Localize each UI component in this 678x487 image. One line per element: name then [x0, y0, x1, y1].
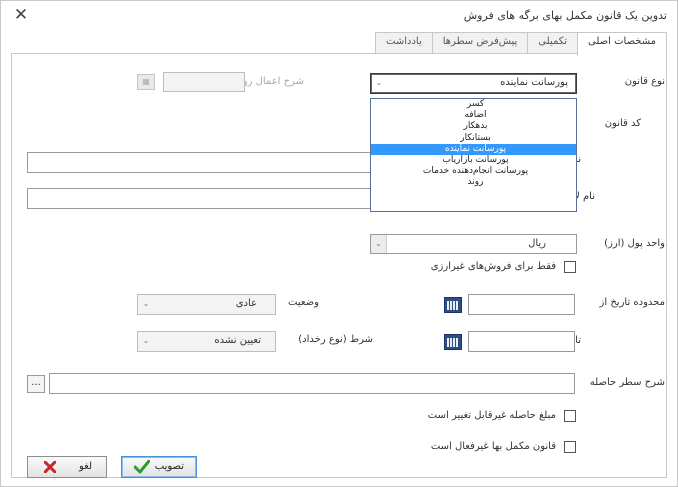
condition-label: شرط (نوع رخداد): [298, 334, 373, 345]
date-to-input[interactable]: [468, 331, 575, 352]
result-row-desc-input[interactable]: [49, 373, 575, 394]
currency-select[interactable]: ریال ⌄: [370, 234, 577, 254]
cancel-button[interactable]: لغو: [27, 456, 107, 478]
currency-label: واحد پول (ارز): [604, 238, 665, 249]
rule-code-label: کد قانون: [604, 118, 641, 129]
rule-type-dropdown: کسر اضافه بدهکار بستانکار پورسانت نمایند…: [370, 98, 577, 212]
rule-dialog: تدوین یک قانون مکمل بهای برگه های فروش ✕…: [0, 0, 678, 487]
result-row-desc-label: شرح سطر حاصله: [589, 377, 665, 388]
rule-inactive-label: قانون مکمل بها غیرفعال است: [430, 441, 556, 452]
apply-rule-picker-icon: ▦: [137, 74, 155, 90]
tab-supplementary[interactable]: تکمیلی: [527, 32, 579, 54]
apply-rule-label: شرح اعمال روند: [234, 76, 304, 87]
rule-type-option[interactable]: بستانکار: [371, 133, 576, 144]
result-row-desc-browse-button[interactable]: ...: [27, 375, 45, 393]
tab-main-specs[interactable]: مشخصات اصلی: [577, 32, 667, 56]
rule-inactive-checkbox[interactable]: [564, 441, 576, 453]
condition-select[interactable]: تعیین نشده ⌄: [137, 331, 276, 352]
approve-button[interactable]: تصویب: [121, 456, 197, 478]
rule-type-option[interactable]: کسر: [371, 99, 576, 110]
tab-row-defaults[interactable]: پیش‌فرض سطرها: [431, 32, 529, 54]
rule-type-option[interactable]: اضافه: [371, 110, 576, 121]
rule-type-label: نوع قانون: [624, 76, 665, 87]
apply-rule-field: [163, 72, 245, 92]
date-from-label: محدوده تاریخ از: [599, 297, 665, 308]
rule-type-option-selected[interactable]: پورسانت نماینده: [371, 143, 576, 155]
tab-strip: مشخصات اصلی تکمیلی پیش‌فرض سطرها یادداشت: [375, 32, 667, 56]
status-label: وضعیت: [288, 297, 319, 308]
date-from-input[interactable]: [468, 294, 575, 315]
name-input[interactable]: [27, 152, 372, 173]
chevron-down-icon: ⌄: [375, 78, 383, 87]
rule-type-option[interactable]: روند: [371, 177, 576, 188]
rule-type-option[interactable]: بدهکار: [371, 121, 576, 132]
rule-type-select[interactable]: پورسانت نماینده ⌄: [370, 73, 577, 94]
chevron-down-icon: ⌄: [142, 336, 150, 345]
close-icon[interactable]: ✕: [11, 5, 31, 25]
chevron-down-icon: ⌄: [142, 299, 150, 308]
rule-type-option[interactable]: پورسانت انجام‌دهنده خدمات: [371, 166, 576, 177]
cancel-x-icon: [44, 461, 56, 473]
calendar-icon[interactable]: [444, 297, 462, 313]
result-amount-unchangeable-checkbox[interactable]: [564, 410, 576, 422]
date-to-label: تا: [575, 335, 581, 346]
window-title: تدوین یک قانون مکمل بهای برگه های فروش: [463, 9, 667, 22]
non-currency-only-checkbox[interactable]: [564, 261, 576, 273]
checkmark-icon: [134, 460, 150, 474]
latin-name-input[interactable]: [27, 188, 372, 209]
rule-type-option[interactable]: پورسانت بازاریاب: [371, 155, 576, 166]
result-amount-unchangeable-label: مبلغ حاصله غیرقابل تغییر است: [427, 410, 556, 421]
tab-notes[interactable]: یادداشت: [375, 32, 433, 54]
calendar-icon[interactable]: [444, 334, 462, 350]
status-select[interactable]: عادی ⌄: [137, 294, 276, 315]
title-bar: تدوین یک قانون مکمل بهای برگه های فروش ✕: [1, 1, 677, 31]
non-currency-only-label: فقط برای فروش‌های غیرارزی: [430, 261, 556, 272]
chevron-down-icon: ⌄: [371, 235, 387, 253]
